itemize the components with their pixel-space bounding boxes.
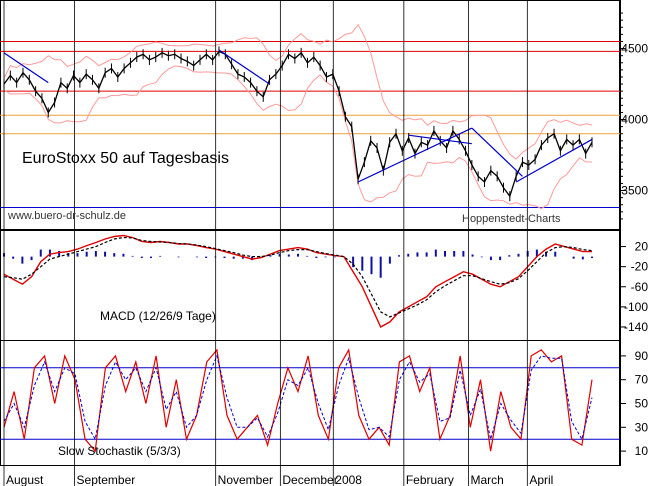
source-url-label: www.buero-dr-schulz.de xyxy=(7,210,126,222)
y-axis-ticks: 3500 4000 4500 20 -20 -60 -100 -140 90 70 50 30 10 xyxy=(620,12,649,458)
price-bollinger-bands xyxy=(3,23,593,210)
y-tick-label: 30 xyxy=(635,420,649,434)
y-tick-label: -100 xyxy=(624,300,648,314)
x-tick-label: December xyxy=(282,473,337,486)
price-chart-title: EuroStoxx 50 auf Tagesbasis xyxy=(22,150,229,167)
price-series xyxy=(3,46,593,202)
bollinger-upper-band xyxy=(3,23,593,160)
y-tick-label: 4500 xyxy=(621,42,648,56)
macd-histogram xyxy=(3,249,593,278)
stochastic-title: Slow Stochastik (5/3/3) xyxy=(58,444,181,458)
stochastic-d-line xyxy=(3,354,593,441)
macd-signal-line xyxy=(3,236,593,318)
price-line xyxy=(3,50,593,198)
x-tick-label: 2008 xyxy=(335,473,362,486)
source-credit-label: Hoppenstedt-Charts xyxy=(462,213,561,225)
y-tick-label: 50 xyxy=(635,397,649,411)
y-tick-label: 20 xyxy=(635,240,649,254)
stochastic-series xyxy=(3,348,593,453)
y-tick-label: 70 xyxy=(635,373,649,387)
x-tick-label: November xyxy=(218,473,273,486)
y-tick-label: 4000 xyxy=(621,113,648,127)
y-tick-label: 10 xyxy=(635,444,649,458)
y-tick-label: 90 xyxy=(635,349,649,363)
stochastic-k-line xyxy=(3,348,593,453)
x-tick-label: August xyxy=(6,473,44,486)
y-tick-label: 3500 xyxy=(621,184,648,198)
y-tick-label: -20 xyxy=(631,260,649,274)
downtrend-line-february xyxy=(471,127,523,177)
y-tick-label: -140 xyxy=(624,320,648,334)
macd-title: MACD (12/26/9 Tage) xyxy=(100,309,216,323)
macd-series xyxy=(3,234,593,328)
x-tick-label: September xyxy=(77,473,136,486)
x-tick-label: April xyxy=(529,473,553,486)
x-tick-label: March xyxy=(471,473,504,486)
x-tick-label: February xyxy=(406,473,454,486)
y-tick-label: -60 xyxy=(631,280,649,294)
